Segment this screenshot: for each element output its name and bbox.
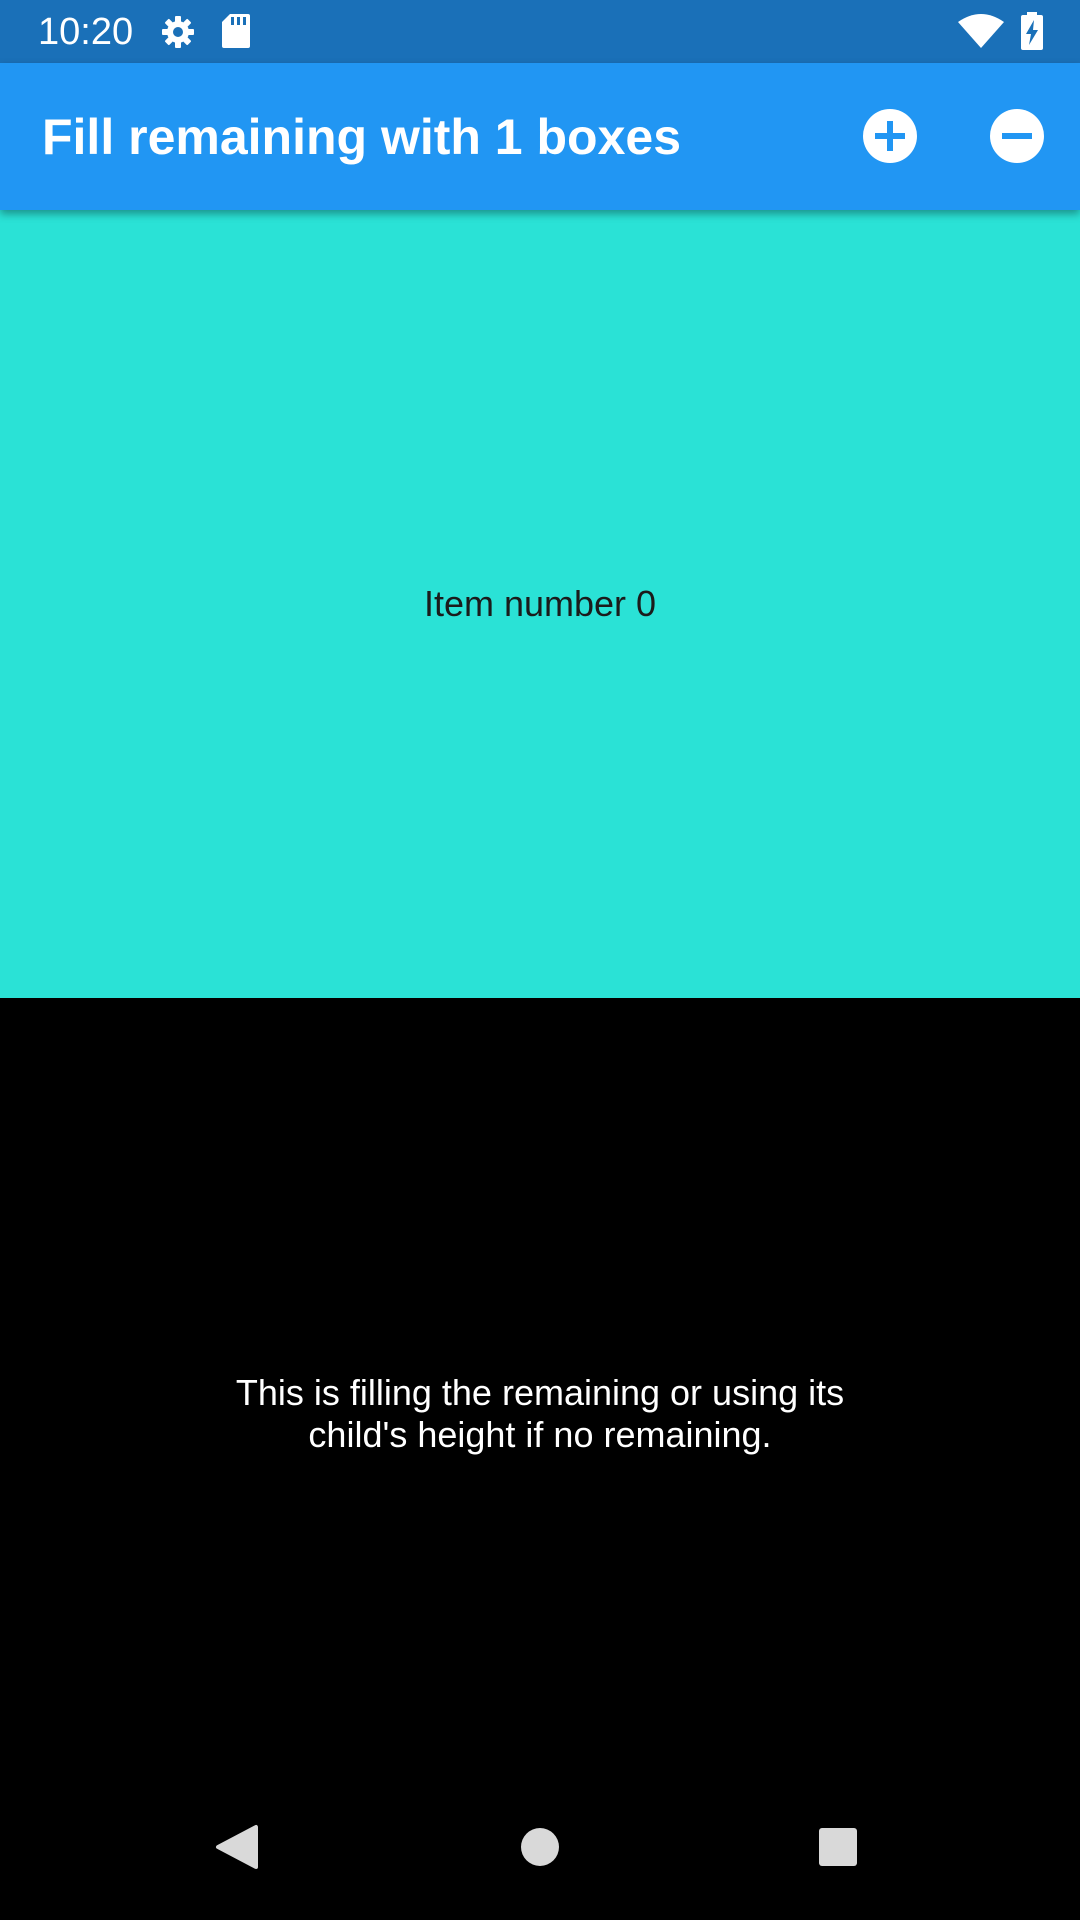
home-circle-icon	[521, 1828, 559, 1866]
wifi-icon	[958, 14, 1004, 53]
battery-charging-icon	[1020, 12, 1044, 55]
back-triangle-icon	[216, 1825, 258, 1869]
app-bar: Fill remaining with 1 boxes	[0, 63, 1080, 210]
status-bar: 10:20	[0, 0, 1080, 63]
status-time: 10:20	[38, 11, 134, 53]
add-circle-icon	[863, 109, 917, 163]
add-button[interactable]	[858, 104, 922, 168]
back-button[interactable]	[198, 1807, 278, 1887]
recents-button[interactable]	[798, 1807, 878, 1887]
remove-circle-icon	[990, 109, 1044, 163]
remove-button[interactable]	[985, 104, 1049, 168]
navigation-bar	[0, 1775, 1080, 1920]
item-box: Item number 0	[0, 210, 1080, 998]
app-title: Fill remaining with 1 boxes	[42, 109, 682, 165]
fill-remaining-box: This is filling the remaining or using i…	[0, 998, 1080, 1775]
sd-card-icon	[222, 14, 250, 53]
settings-gear-icon	[160, 14, 196, 55]
item-label: Item number 0	[423, 583, 657, 624]
recents-square-icon	[819, 1828, 857, 1866]
fill-remaining-text: This is filling the remaining or using i…	[235, 1372, 845, 1455]
home-button[interactable]	[500, 1807, 580, 1887]
